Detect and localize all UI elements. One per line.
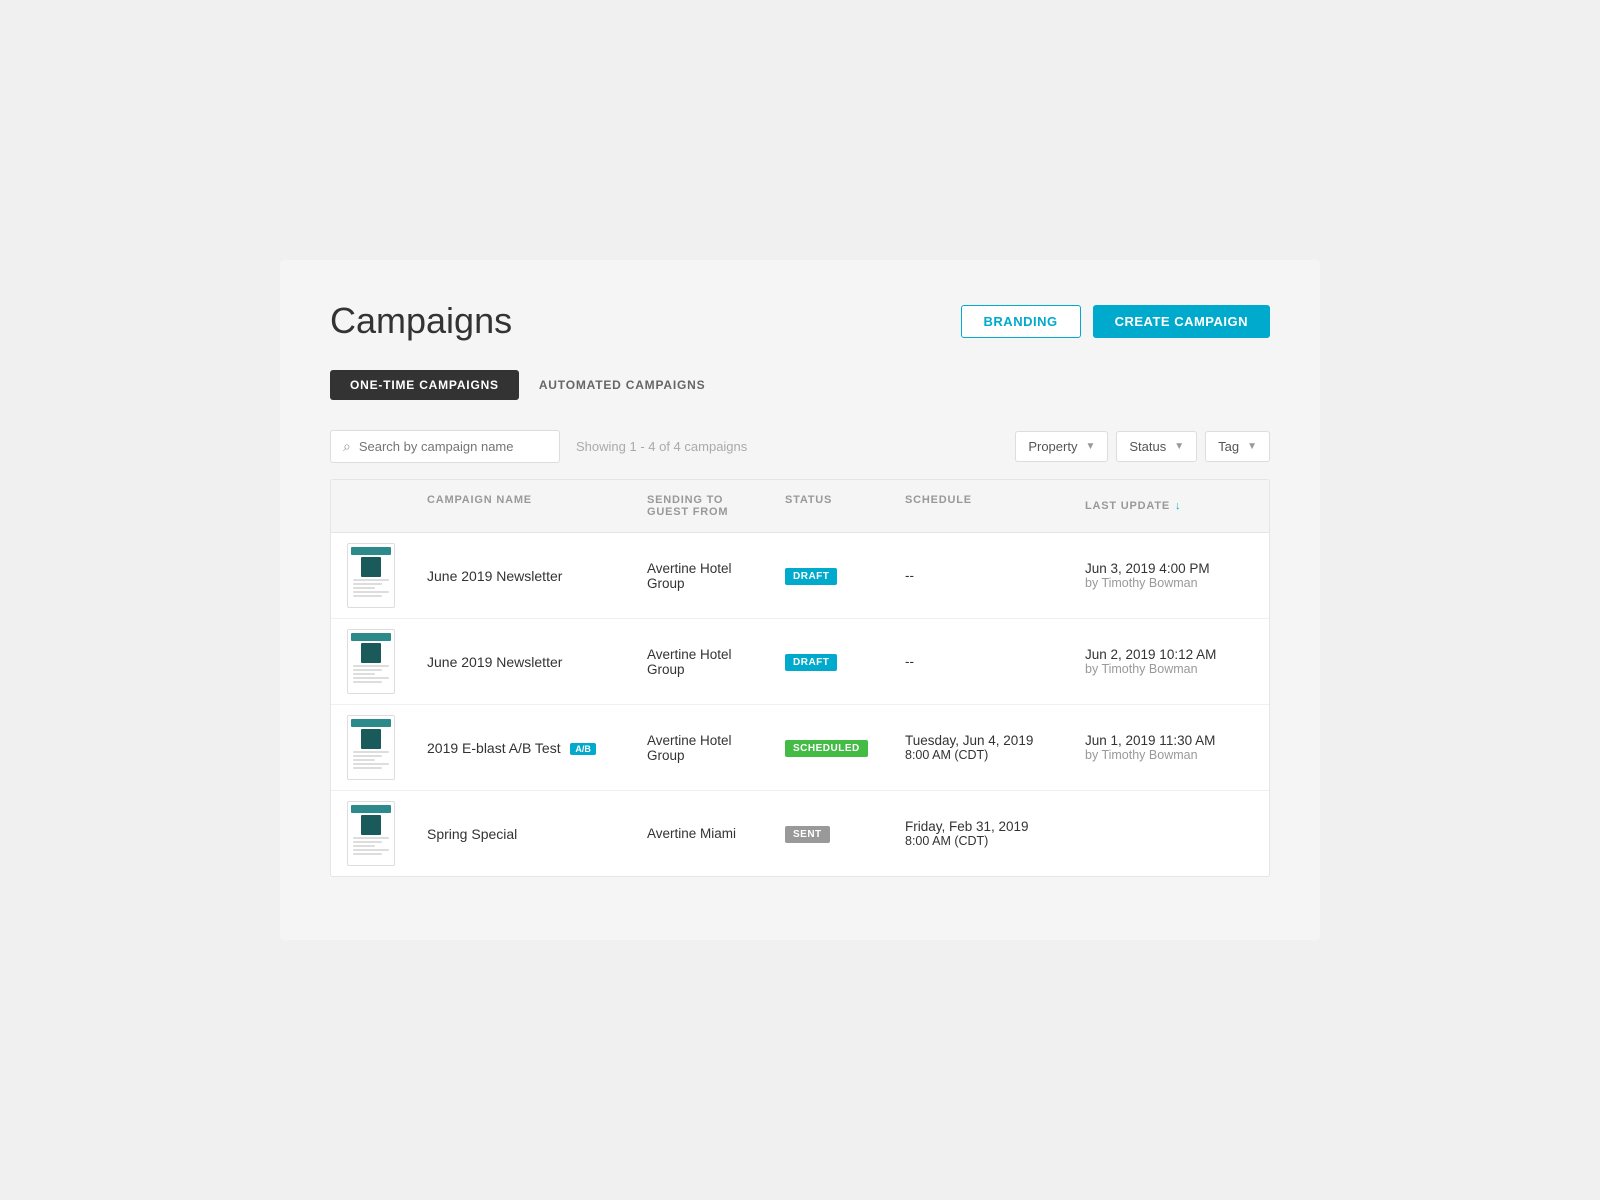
showing-text: Showing 1 - 4 of 4 campaigns: [576, 439, 999, 454]
page-title: Campaigns: [330, 300, 512, 342]
col-header-campaign-name: CAMPAIGN NAME: [411, 490, 631, 522]
chevron-down-icon: ▼: [1247, 441, 1257, 452]
col-header-thumbnail: [331, 490, 411, 522]
last-update-sub: by Timothy Bowman: [1085, 662, 1253, 676]
schedule-cell: --: [889, 642, 1069, 681]
schedule-sub: 8:00 AM (CDT): [905, 834, 1053, 848]
campaign-name: June 2019 Newsletter: [427, 568, 562, 584]
tab-automated-campaigns[interactable]: AUTOMATED CAMPAIGNS: [519, 370, 726, 400]
status-cell: SENT: [769, 813, 889, 855]
last-update-main: Jun 1, 2019 11:30 AM: [1085, 733, 1253, 748]
tab-one-time-campaigns[interactable]: ONE-TIME CAMPAIGNS: [330, 370, 519, 400]
status-cell: DRAFT: [769, 641, 889, 683]
campaign-name-cell: Spring Special: [411, 814, 631, 854]
last-update-main: Jun 3, 2019 4:00 PM: [1085, 561, 1253, 576]
col-header-last-update[interactable]: LAST UPDATE ↓: [1069, 490, 1269, 522]
campaign-name-cell: 2019 E-blast A/B Test A/B: [411, 728, 631, 768]
table-row[interactable]: June 2019 Newsletter Avertine Hotel Grou…: [331, 619, 1269, 705]
sort-down-icon: ↓: [1175, 500, 1181, 512]
last-update-cell: Jun 3, 2019 4:00 PM by Timothy Bowman: [1069, 549, 1269, 602]
header-buttons: BRANDING CREATE CAMPAIGN: [961, 305, 1270, 338]
table-row[interactable]: Spring Special Avertine Miami SENT Frida…: [331, 791, 1269, 876]
last-update-cell: Jun 2, 2019 10:12 AM by Timothy Bowman: [1069, 635, 1269, 688]
campaign-name-cell: June 2019 Newsletter: [411, 556, 631, 596]
campaign-name: June 2019 Newsletter: [427, 654, 562, 670]
last-update-main: Jun 2, 2019 10:12 AM: [1085, 647, 1253, 662]
sending-to-cell: Avertine Miami: [631, 814, 769, 853]
page-header: Campaigns BRANDING CREATE CAMPAIGN: [330, 300, 1270, 342]
campaigns-table: CAMPAIGN NAME SENDING TO GUEST FROM STAT…: [330, 479, 1270, 877]
schedule-main: Tuesday, Jun 4, 2019: [905, 733, 1053, 748]
campaign-thumbnail: [347, 715, 395, 780]
schedule-cell: --: [889, 556, 1069, 595]
thumbnail-cell: [331, 533, 411, 618]
last-update-cell: Jun 1, 2019 11:30 AM by Timothy Bowman: [1069, 721, 1269, 774]
last-update-sub: by Timothy Bowman: [1085, 576, 1253, 590]
search-icon: ⌕: [343, 438, 351, 455]
status-badge: SCHEDULED: [785, 740, 868, 757]
status-badge: DRAFT: [785, 654, 837, 671]
status-cell: SCHEDULED: [769, 727, 889, 769]
tag-filter[interactable]: Tag ▼: [1205, 431, 1270, 462]
last-update-sub: by Timothy Bowman: [1085, 748, 1253, 762]
last-update-cell: [1069, 822, 1269, 846]
col-header-status: STATUS: [769, 490, 889, 522]
thumbnail-cell: [331, 705, 411, 790]
sending-to-cell: Avertine Hotel Group: [631, 549, 769, 603]
property-filter[interactable]: Property ▼: [1015, 431, 1108, 462]
main-container: Campaigns BRANDING CREATE CAMPAIGN ONE-T…: [280, 260, 1320, 940]
status-badge: DRAFT: [785, 568, 837, 585]
col-header-schedule: SCHEDULE: [889, 490, 1069, 522]
status-label: Status: [1129, 439, 1166, 454]
sending-to-cell: Avertine Hotel Group: [631, 635, 769, 689]
filter-dropdowns: Property ▼ Status ▼ Tag ▼: [1015, 431, 1270, 462]
schedule-sub: 8:00 AM (CDT): [905, 748, 1053, 762]
thumbnail-cell: [331, 791, 411, 876]
campaign-thumbnail: [347, 801, 395, 866]
schedule-cell: Friday, Feb 31, 2019 8:00 AM (CDT): [889, 807, 1069, 860]
table-row[interactable]: 2019 E-blast A/B Test A/B Avertine Hotel…: [331, 705, 1269, 791]
ab-badge: A/B: [570, 743, 596, 755]
tabs-row: ONE-TIME CAMPAIGNS AUTOMATED CAMPAIGNS: [330, 370, 1270, 400]
branding-button[interactable]: BRANDING: [961, 305, 1081, 338]
table-row[interactable]: June 2019 Newsletter Avertine Hotel Grou…: [331, 533, 1269, 619]
tag-label: Tag: [1218, 439, 1239, 454]
campaign-name-cell: June 2019 Newsletter: [411, 642, 631, 682]
status-filter[interactable]: Status ▼: [1116, 431, 1197, 462]
thumbnail-cell: [331, 619, 411, 704]
property-label: Property: [1028, 439, 1077, 454]
status-badge: SENT: [785, 826, 830, 843]
chevron-down-icon: ▼: [1085, 441, 1095, 452]
sending-to-cell: Avertine Hotel Group: [631, 721, 769, 775]
status-cell: DRAFT: [769, 555, 889, 597]
chevron-down-icon: ▼: [1174, 441, 1184, 452]
col-header-sending-to: SENDING TO GUEST FROM: [631, 490, 769, 522]
campaign-name: Spring Special: [427, 826, 517, 842]
schedule-main: Friday, Feb 31, 2019: [905, 819, 1053, 834]
table-header: CAMPAIGN NAME SENDING TO GUEST FROM STAT…: [331, 480, 1269, 533]
schedule-cell: Tuesday, Jun 4, 2019 8:00 AM (CDT): [889, 721, 1069, 774]
campaign-thumbnail: [347, 543, 395, 608]
campaign-thumbnail: [347, 629, 395, 694]
campaign-name: 2019 E-blast A/B Test: [427, 740, 561, 756]
search-box[interactable]: ⌕: [330, 430, 560, 463]
create-campaign-button[interactable]: CREATE CAMPAIGN: [1093, 305, 1270, 338]
filters-row: ⌕ Showing 1 - 4 of 4 campaigns Property …: [330, 430, 1270, 463]
search-input[interactable]: [359, 439, 547, 454]
